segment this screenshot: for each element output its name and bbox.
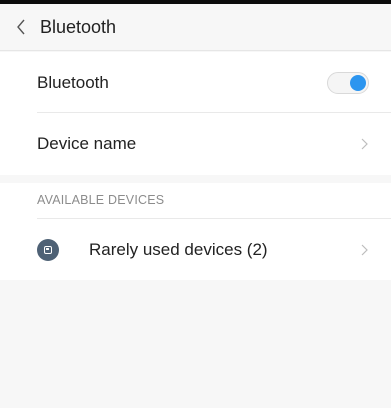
header-bar: Bluetooth: [0, 4, 391, 51]
bluetooth-toggle[interactable]: [327, 71, 369, 94]
page-title: Bluetooth: [40, 16, 117, 37]
rarely-used-devices-row[interactable]: Rarely used devices (2): [0, 219, 391, 280]
rarely-used-devices-label: Rarely used devices (2): [89, 239, 268, 259]
device-group-icon: [37, 238, 59, 261]
bluetooth-toggle-row[interactable]: Bluetooth: [0, 52, 391, 113]
bluetooth-label: Bluetooth: [37, 72, 109, 92]
section-label-available-devices: AVAILABLE DEVICES: [37, 193, 165, 207]
chevron-left-icon: [16, 19, 26, 35]
device-name-row[interactable]: Device name: [0, 113, 391, 175]
device-name-label: Device name: [37, 134, 137, 153]
toggle-knob: [350, 74, 366, 91]
settings-card: Bluetooth Device name: [0, 52, 391, 175]
chevron-right-icon: [361, 244, 369, 256]
back-button[interactable]: [2, 4, 40, 51]
chevron-right-icon: [361, 138, 369, 150]
